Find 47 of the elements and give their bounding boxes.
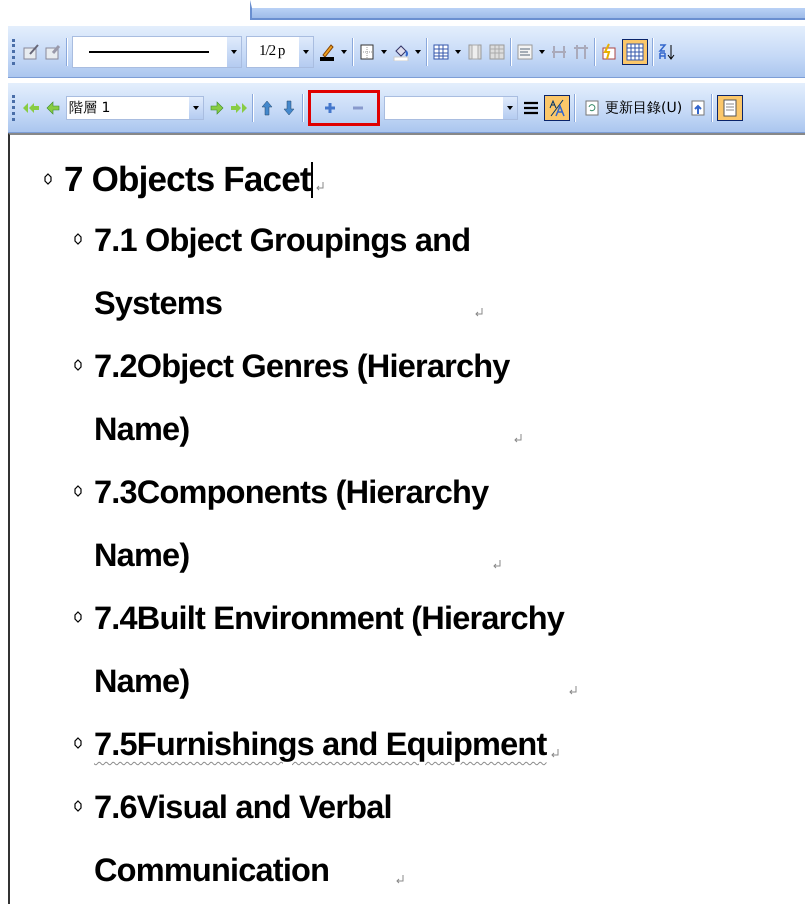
paragraph-mark-icon (395, 874, 405, 886)
subheading-text: 7.1 Object Groupings and Systems (94, 221, 472, 323)
level-dropdown[interactable]: 階層 1 (66, 96, 204, 120)
outline-bullet-icon[interactable] (74, 800, 82, 812)
table-icon[interactable] (432, 42, 450, 60)
subheading-text: 7.5Furnishings and Equipment (94, 725, 548, 764)
line-weight-dropdown[interactable]: 1/2 p (246, 36, 314, 68)
subheading-text: 7.6Visual and Verbal Communication (94, 788, 393, 890)
heading-text: 7 Objects Facet (64, 159, 311, 201)
grid-button[interactable] (622, 38, 648, 64)
show-formatting-button[interactable] (544, 94, 570, 120)
paragraph-mark-icon (474, 307, 484, 319)
document-button[interactable] (717, 94, 744, 120)
outline-bullet-icon[interactable] (74, 359, 82, 371)
page-icon (721, 98, 740, 116)
grid-icon (626, 42, 644, 60)
pen-color-icon[interactable] (318, 42, 336, 60)
font-icon (548, 98, 566, 116)
paragraph-mark-icon (550, 748, 560, 760)
paragraph-mark-icon (314, 181, 325, 193)
outline-bullet-icon[interactable] (74, 485, 82, 497)
subheading-text: 7.4Built Environment (Hierarchy Name) (94, 599, 566, 701)
paragraph-mark-icon (568, 685, 578, 697)
toolbar-grip[interactable] (12, 94, 18, 120)
right-arrow-icon[interactable] (208, 98, 226, 116)
update-toc-button[interactable]: 更新目錄(U) (580, 94, 686, 120)
toolbar-grip[interactable] (12, 38, 18, 64)
subheading-text: 7.2Object Genres (Hierarchy Name) (94, 347, 511, 449)
paragraph-mark-icon (492, 559, 502, 571)
align-icon[interactable] (516, 42, 534, 60)
line-style-dropdown[interactable] (72, 36, 242, 68)
split-cells-icon[interactable] (488, 42, 506, 60)
outline-bullet-icon[interactable] (74, 233, 82, 245)
refresh-page-icon (583, 98, 601, 116)
sort-ascending-icon[interactable] (658, 42, 676, 60)
pencil-table-icon[interactable] (22, 42, 40, 60)
paragraph-mark-icon (513, 433, 523, 445)
outline-bullet-icon[interactable] (74, 737, 82, 749)
eraser-table-icon[interactable] (44, 42, 62, 60)
border-icon[interactable] (358, 42, 376, 60)
left-arrow-icon[interactable] (44, 98, 62, 116)
paint-bucket-icon[interactable] (392, 42, 410, 60)
merge-cells-icon[interactable] (466, 42, 484, 60)
outline-bullet-icon[interactable] (74, 611, 82, 623)
subheading-text: 7.3Components (Hierarchy Name) (94, 473, 490, 575)
autoformat-icon[interactable] (600, 42, 618, 60)
outline-bullet-icon[interactable] (44, 173, 52, 185)
